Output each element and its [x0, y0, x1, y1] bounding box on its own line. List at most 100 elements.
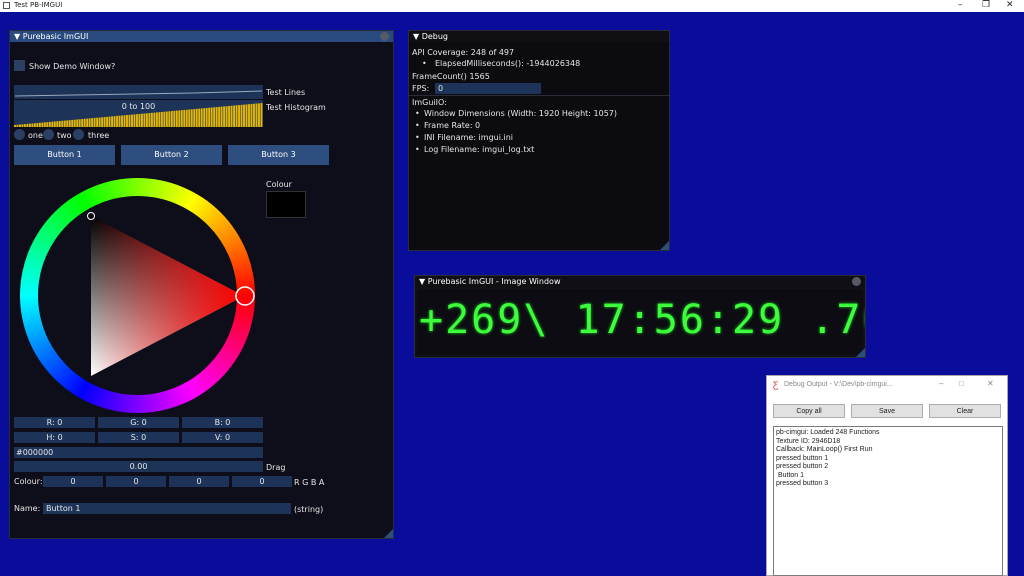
histogram-bar	[195, 108, 198, 127]
histogram-overlay: 0 to 100	[121, 102, 156, 111]
histogram-bar	[178, 110, 181, 127]
histogram-bar	[133, 114, 136, 127]
debug-window-resize-grip[interactable]	[660, 241, 669, 250]
histogram-bar	[150, 112, 153, 127]
sv-triangle-svg[interactable]	[20, 178, 255, 413]
histogram-bar	[153, 112, 156, 127]
button-2[interactable]: Button 2	[121, 145, 222, 165]
collapse-arrow-icon[interactable]: ▼	[419, 277, 425, 286]
picker-v-field[interactable]: V: 0	[182, 432, 263, 443]
log-line: pressed button 1	[776, 454, 829, 462]
histogram-bar	[128, 114, 131, 127]
histogram-bar	[41, 122, 44, 127]
drag-field[interactable]: 0.00	[14, 461, 263, 472]
histogram-bar	[116, 115, 118, 127]
main-window-title: Purebasic ImGUI	[22, 32, 89, 41]
rgba-a-field[interactable]: 0	[232, 476, 292, 487]
histogram-bar	[200, 108, 203, 127]
image-window-resize-grip[interactable]	[856, 348, 865, 357]
debug-log-textarea[interactable]: pb-cimgui: Loaded 248 Functions Texture …	[773, 426, 1003, 576]
color-picker-wheel[interactable]	[20, 178, 255, 413]
histogram-bar	[73, 119, 76, 127]
histogram-bar	[143, 113, 146, 127]
histogram-bar	[106, 116, 109, 127]
show-demo-checkbox[interactable]	[14, 60, 25, 71]
histogram-bar	[145, 113, 148, 127]
histogram-bar	[111, 116, 113, 127]
log-line: Texture ID: 2946D18	[776, 437, 841, 445]
picker-g-field[interactable]: G: 0	[98, 417, 179, 428]
image-window-close-icon[interactable]	[852, 277, 861, 286]
picker-s-field[interactable]: S: 0	[98, 432, 179, 443]
colour-swatch[interactable]	[266, 191, 306, 218]
histogram-bar	[78, 119, 81, 127]
test-histogram-label: Test Histogram	[266, 103, 326, 112]
copy-all-button[interactable]: Copy all	[773, 404, 845, 418]
button-3[interactable]: Button 3	[228, 145, 329, 165]
image-display: +269\ 17:56:29 .70	[417, 289, 865, 355]
picker-r-field[interactable]: R: 0	[14, 417, 95, 428]
histogram-bar	[48, 121, 51, 127]
radio-three[interactable]	[73, 129, 84, 140]
main-window-close-icon[interactable]	[380, 32, 389, 41]
name-input[interactable]: Button 1	[43, 503, 291, 514]
histogram-bar	[140, 113, 143, 127]
histogram-bar	[158, 112, 161, 127]
fps-field[interactable]: 0	[435, 83, 541, 94]
collapse-arrow-icon[interactable]: ▼	[413, 32, 419, 41]
histogram-bar	[56, 121, 59, 127]
histogram-bar	[163, 111, 166, 127]
histogram-bar	[83, 118, 86, 127]
histogram-bar	[43, 122, 46, 127]
histogram-bar	[103, 117, 106, 127]
app-title: Test PB-IMGUI	[14, 1, 63, 9]
histogram-bar	[58, 121, 61, 127]
histogram-bar	[71, 119, 74, 127]
histogram-bar	[16, 124, 19, 127]
hex-field[interactable]: #000000	[14, 447, 263, 458]
main-window-resize-grip[interactable]	[384, 529, 393, 538]
histogram-bar	[68, 120, 71, 127]
radio-one[interactable]	[14, 129, 25, 140]
histogram-bar	[108, 116, 111, 127]
histogram-bar	[126, 115, 128, 127]
colour-row-label: Colour:	[14, 477, 43, 486]
histogram-bar	[98, 117, 101, 127]
main-window-header[interactable]: ▼ Purebasic ImGUI	[10, 31, 393, 42]
test-lines-plot[interactable]	[14, 85, 263, 99]
test-lines-label: Test Lines	[266, 88, 306, 97]
histogram-bar	[91, 118, 94, 127]
image-window-header[interactable]: ▼ Purebasic ImGUI - Image Window	[415, 276, 865, 287]
radio-two[interactable]	[43, 129, 54, 140]
rgba-g-field[interactable]: 0	[106, 476, 166, 487]
rgba-r-field[interactable]: 0	[43, 476, 103, 487]
picker-h-field[interactable]: H: 0	[14, 432, 95, 443]
histogram-bar	[148, 113, 151, 127]
debug-window-header[interactable]: ▼ Debug	[409, 31, 669, 42]
histogram-bar	[18, 124, 21, 127]
restore-icon[interactable]: ❐	[982, 0, 990, 10]
button-1[interactable]: Button 1	[14, 145, 115, 165]
maximize-icon[interactable]: □	[959, 379, 964, 388]
save-button[interactable]: Save	[851, 404, 923, 418]
separator	[409, 95, 669, 96]
clear-button[interactable]: Clear	[929, 404, 1001, 418]
drag-label: Drag	[266, 463, 286, 472]
histogram-bar	[136, 114, 138, 127]
collapse-arrow-icon[interactable]: ▼	[14, 32, 20, 41]
minimize-icon[interactable]: –	[939, 379, 943, 388]
rgba-b-field[interactable]: 0	[169, 476, 229, 487]
elapsed-list: ElapsedMilliseconds(): -1944026348	[419, 58, 580, 70]
test-histogram-plot[interactable]: 0 to 100	[14, 100, 263, 127]
picker-b-field[interactable]: B: 0	[182, 417, 263, 428]
minimize-icon[interactable]: –	[958, 0, 963, 10]
name-label: Name:	[14, 504, 41, 513]
close-icon[interactable]: ✕	[987, 379, 994, 388]
histogram-bar	[86, 118, 89, 127]
histogram-bar	[14, 125, 16, 127]
histogram-bar	[21, 124, 24, 127]
plot-line	[14, 90, 263, 97]
histogram-bar	[138, 113, 141, 127]
histogram-bar	[190, 109, 193, 127]
close-icon[interactable]: ✕	[1006, 0, 1014, 10]
